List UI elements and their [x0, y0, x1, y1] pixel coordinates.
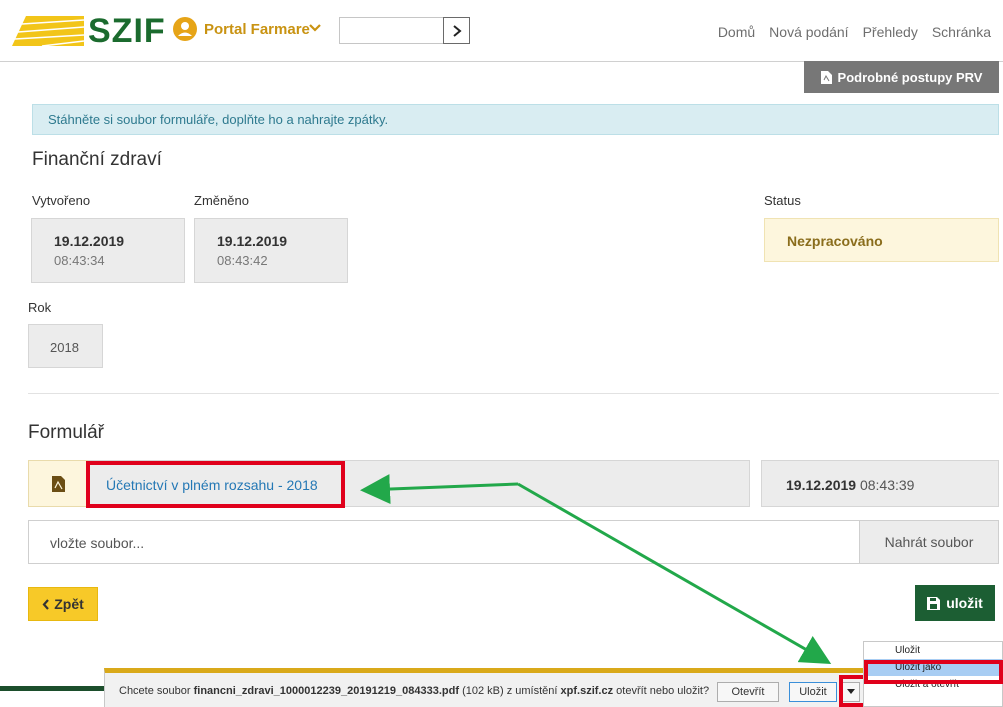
chevron-left-icon — [42, 598, 50, 610]
year-value: 2018 — [28, 324, 103, 368]
download-save-button[interactable]: Uložit — [789, 682, 837, 702]
menu-item-save[interactable]: Uložit — [864, 642, 1002, 659]
back-button[interactable]: Zpět — [28, 587, 98, 621]
changed-date: 19.12.2019 — [217, 233, 288, 249]
pdf-file-icon — [51, 475, 65, 492]
created-date: 19.12.2019 — [54, 233, 125, 249]
header-search-input[interactable] — [339, 17, 443, 44]
portal-title[interactable]: Portal Farmare — [204, 21, 310, 38]
download-filename: financni_zdravi_1000012239_20191219_0843… — [193, 685, 460, 697]
prv-procedures-button[interactable]: Podrobné postupy PRV — [804, 61, 999, 93]
chevron-down-icon[interactable] — [308, 21, 322, 35]
top-header: SZIF Portal Farmare Domů Nová podání Pře… — [0, 0, 1003, 62]
changed-box: 19.12.2019 08:43:42 — [194, 218, 348, 283]
highlight-frame-file-link — [86, 461, 345, 508]
file-date-cell: 19.12.2019 08:43:39 — [761, 460, 999, 507]
status-label: Status — [764, 193, 801, 208]
download-host: xpf.szif.cz — [560, 685, 614, 697]
chevron-right-icon — [452, 24, 462, 37]
floppy-disk-icon — [927, 596, 941, 610]
save-button[interactable]: uložit — [915, 585, 995, 621]
highlight-frame-save-as — [864, 660, 1003, 684]
download-open-button[interactable]: Otevřít — [717, 682, 779, 702]
szif-logo-stripes-icon — [12, 16, 84, 46]
upload-file-input[interactable]: vložte soubor... — [28, 520, 860, 564]
file-time: 08:43:39 — [859, 477, 915, 493]
nav-item-home[interactable]: Domů — [718, 24, 755, 40]
status-badge: Nezpracováno — [764, 218, 999, 262]
file-date: 19.12.2019 — [786, 477, 857, 493]
download-suffix: otevřít nebo uložit? — [613, 685, 710, 697]
page-title: Finanční zdraví — [32, 149, 162, 170]
download-notification-bar: Chcete soubor financni_zdravi_1000012239… — [104, 668, 966, 707]
created-label: Vytvořeno — [32, 193, 91, 208]
footer-strip — [0, 686, 104, 691]
upload-file-button[interactable]: Nahrát soubor — [859, 520, 999, 564]
header-search-button[interactable] — [443, 17, 470, 44]
year-label: Rok — [28, 300, 52, 315]
file-icon-cell — [28, 460, 88, 507]
created-time: 08:43:34 — [54, 253, 105, 268]
nav-item-new-submissions[interactable]: Nová podání — [769, 24, 848, 40]
changed-label: Změněno — [194, 193, 249, 208]
nav-item-overviews[interactable]: Přehledy — [863, 24, 918, 40]
prv-procedures-label: Podrobné postupy PRV — [837, 69, 983, 85]
section-divider — [28, 393, 999, 394]
created-box: 19.12.2019 08:43:34 — [31, 218, 185, 283]
form-section-title: Formulář — [28, 422, 105, 443]
changed-time: 08:43:42 — [217, 253, 268, 268]
annotation-arrow-to-menu — [517, 482, 832, 664]
save-button-label: uložit — [946, 595, 983, 611]
info-alert: Stáhněte si soubor formuláře, doplňte ho… — [32, 104, 999, 135]
back-button-label: Zpět — [54, 596, 84, 612]
download-message: Chcete soubor financni_zdravi_1000012239… — [119, 685, 709, 697]
main-nav: Domů Nová podání Přehledy Schránka — [718, 24, 991, 40]
szif-logo[interactable]: SZIF — [88, 12, 166, 51]
pdf-file-icon — [820, 70, 832, 84]
user-icon — [173, 17, 197, 41]
download-prefix: Chcete soubor — [119, 685, 194, 697]
download-size: (102 kB) z umístění — [459, 685, 561, 697]
nav-item-inbox[interactable]: Schránka — [932, 24, 991, 40]
